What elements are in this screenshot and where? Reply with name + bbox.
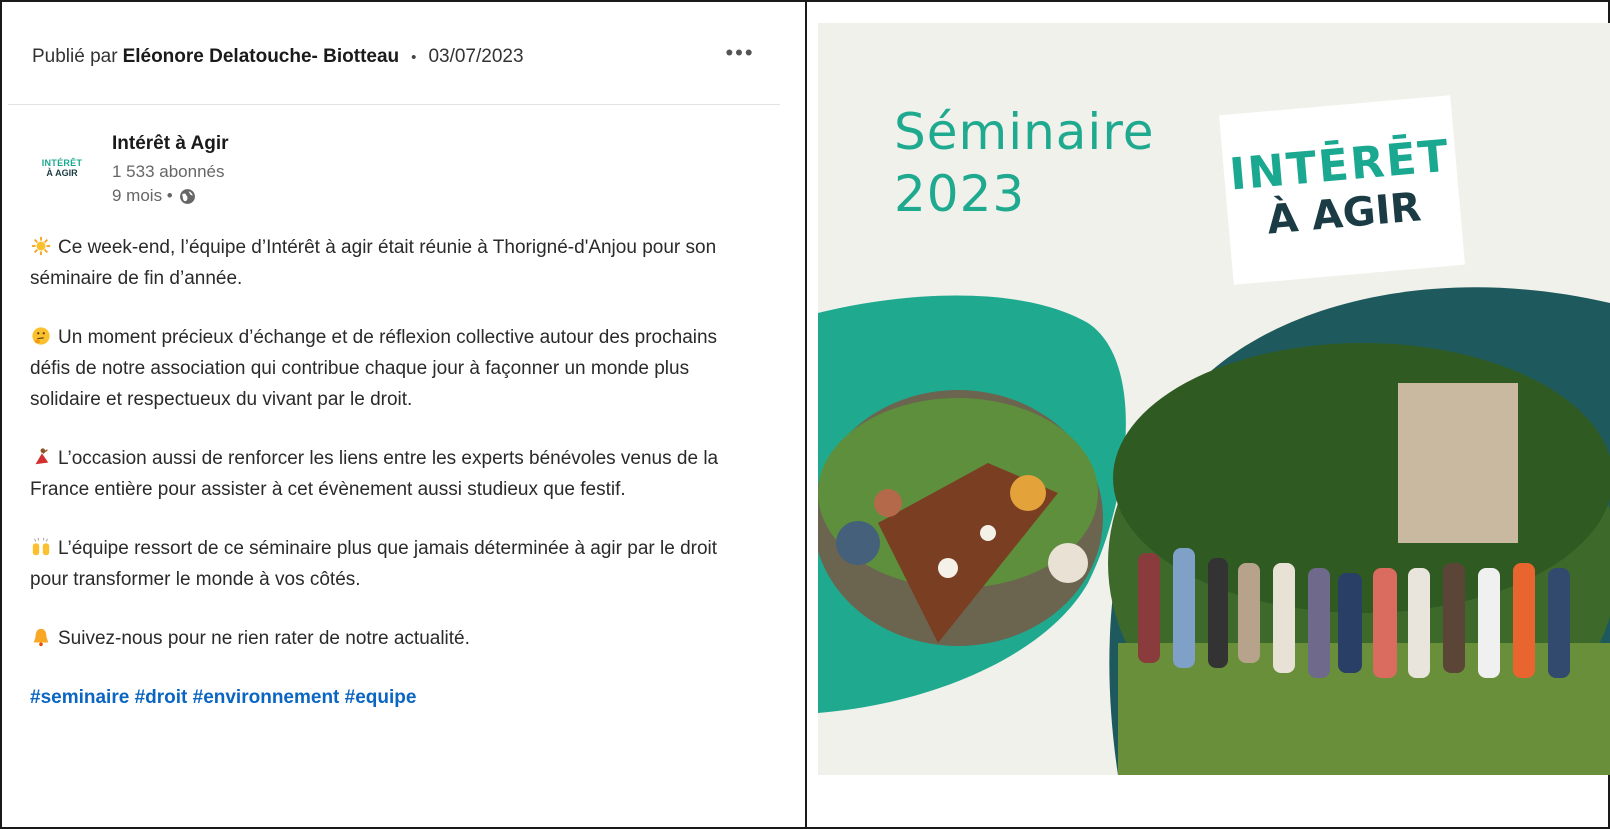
post-paragraph: Ce week-end, l’équipe d’Intérêt à agir é… bbox=[30, 232, 760, 294]
sun-icon bbox=[31, 236, 51, 256]
paragraph-text: Ce week-end, l’équipe d’Intérêt à agir é… bbox=[30, 237, 717, 289]
hashtags-link[interactable]: #seminaire #droit #environnement #equipe bbox=[30, 682, 760, 713]
post-header: Publié par Eléonore Delatouche- Biotteau… bbox=[32, 44, 772, 70]
post-age: 9 mois • bbox=[112, 186, 196, 206]
post-paragraph: Un moment précieux d’échange et de réfle… bbox=[30, 322, 760, 415]
seminar-title-line1: Séminaire bbox=[894, 103, 1155, 161]
more-options-button[interactable]: ••• bbox=[720, 42, 760, 68]
brand-logo: INTĒRĒT À AGIR bbox=[1219, 95, 1465, 285]
post-image[interactable]: Séminaire 2023 INTĒRĒT À AGIR bbox=[818, 23, 1610, 775]
post-body: Ce week-end, l’équipe d’Intérêt à agir é… bbox=[30, 232, 760, 713]
seminar-title: Séminaire 2023 bbox=[894, 101, 1155, 225]
company-logo[interactable]: INTÉRÊT À AGIR bbox=[34, 150, 90, 186]
company-logo-line2: À AGIR bbox=[46, 168, 78, 178]
raised-hands-icon bbox=[32, 537, 50, 556]
header-divider bbox=[8, 104, 780, 105]
guest-figure bbox=[1010, 475, 1046, 511]
company-logo-line1: INTÉRÊT bbox=[41, 158, 83, 168]
header-separator: • bbox=[411, 48, 417, 66]
company-followers: 1 533 abonnés bbox=[112, 162, 225, 181]
plate-shape bbox=[938, 558, 958, 578]
globe-icon bbox=[179, 188, 195, 204]
post-date: 03/07/2023 bbox=[428, 46, 524, 67]
thinking-face-icon bbox=[32, 327, 50, 345]
panel-divider bbox=[805, 0, 807, 829]
post-age-text: 9 mois • bbox=[112, 186, 173, 205]
post-paragraph: L’équipe ressort de ce séminaire plus qu… bbox=[30, 533, 760, 595]
building-shape bbox=[1398, 383, 1518, 543]
paragraph-text: Un moment précieux d’échange et de réfle… bbox=[30, 327, 718, 410]
author-name[interactable]: Eléonore Delatouche- Biotteau bbox=[123, 46, 400, 68]
bell-icon bbox=[33, 628, 49, 647]
paragraph-text: L’équipe ressort de ce séminaire plus qu… bbox=[30, 538, 718, 590]
guest-figure bbox=[1048, 543, 1088, 583]
post-paragraph: Suivez-nous pour ne rien rater de notre … bbox=[30, 623, 760, 654]
post-paragraph: L’occasion aussi de renforcer les liens … bbox=[30, 443, 760, 505]
plate-shape bbox=[980, 525, 996, 541]
published-by-label: Publié par bbox=[32, 46, 118, 67]
guest-figure bbox=[874, 489, 902, 517]
guest-figure bbox=[836, 521, 880, 565]
seminar-title-line2: 2023 bbox=[894, 165, 1026, 223]
company-name[interactable]: Intérêt à Agir bbox=[112, 133, 229, 155]
paragraph-text: L’occasion aussi de renforcer les liens … bbox=[30, 448, 719, 500]
dancer-icon bbox=[35, 448, 49, 465]
paragraph-text: Suivez-nous pour ne rien rater de notre … bbox=[58, 628, 470, 649]
